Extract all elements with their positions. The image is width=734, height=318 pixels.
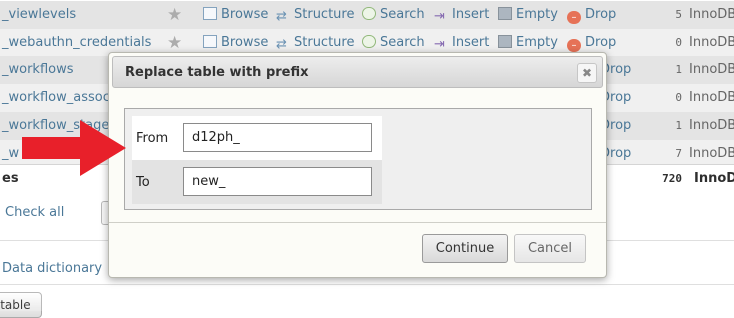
from-prefix-input[interactable] [183, 123, 372, 152]
close-icon[interactable]: ✖ [577, 63, 597, 83]
dialog-separator [109, 222, 606, 223]
cancel-button[interactable]: Cancel [514, 234, 586, 263]
arrow-shape [22, 120, 126, 176]
from-row: From [132, 116, 382, 160]
to-prefix-input[interactable] [183, 167, 372, 196]
dialog-title: Replace table with prefix [125, 65, 309, 80]
replace-prefix-dialog: Replace table with prefix ✖ From To Cont… [108, 52, 607, 278]
to-label: To [136, 175, 150, 190]
continue-button[interactable]: Continue [422, 234, 508, 263]
dialog-form-fieldset: From To [124, 108, 592, 210]
dialog-titlebar[interactable]: Replace table with prefix ✖ [112, 56, 603, 88]
to-row: To [132, 160, 382, 204]
from-label: From [136, 131, 169, 146]
red-arrow-icon [22, 120, 126, 176]
